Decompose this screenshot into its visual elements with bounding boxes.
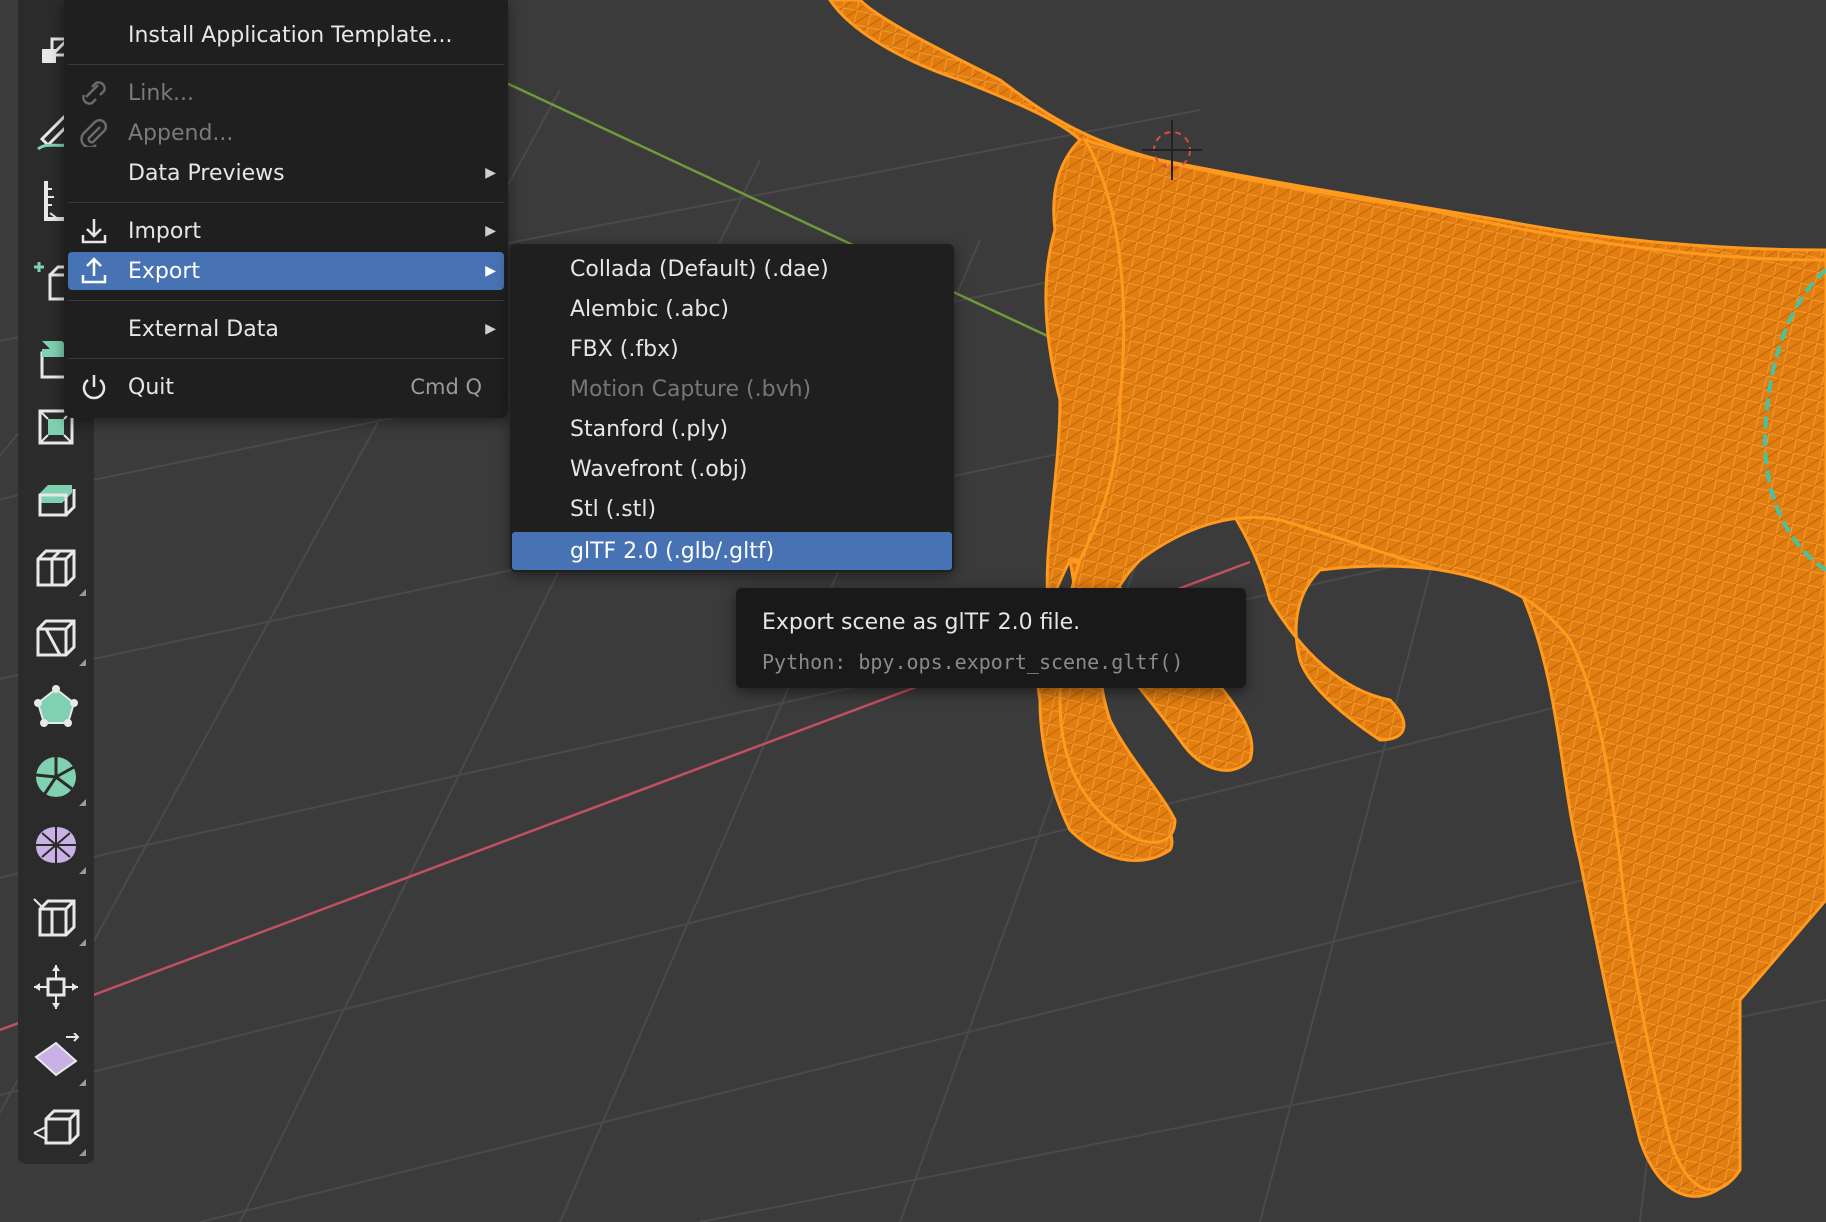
shrink-fatten-icon[interactable] — [24, 956, 88, 1018]
export-stl[interactable]: Stl (.stl) — [512, 490, 952, 528]
menu-separator — [68, 64, 504, 65]
paperclip-icon — [80, 119, 108, 147]
export-gltf[interactable]: glTF 2.0 (.glb/.gltf) — [512, 532, 952, 570]
tooltip-description: Export scene as glTF 2.0 file. — [762, 610, 1081, 635]
export-alembic[interactable]: Alembic (.abc) — [512, 290, 952, 328]
rip-region-icon[interactable] — [24, 1096, 88, 1158]
power-icon — [82, 375, 106, 400]
smooth-icon[interactable] — [24, 814, 88, 876]
tooltip: Export scene as glTF 2.0 file. Python: b… — [736, 588, 1246, 688]
export-wavefront[interactable]: Wavefront (.obj) — [512, 450, 952, 488]
export-fbx[interactable]: FBX (.fbx) — [512, 330, 952, 368]
submenu-arrow-icon: ▶ — [485, 263, 496, 279]
submenu-arrow-icon: ▶ — [485, 165, 496, 181]
menu-item-append[interactable]: Append... — [68, 114, 504, 152]
export-stanford[interactable]: Stanford (.ply) — [512, 410, 952, 448]
menu-item-link[interactable]: Link... — [68, 74, 504, 112]
export-collada[interactable]: Collada (Default) (.dae) — [512, 250, 952, 288]
menu-item-install-app-template[interactable]: Install Application Template... — [68, 16, 504, 54]
menu-item-quit[interactable]: Quit Cmd Q — [68, 368, 504, 406]
poly-build-icon[interactable] — [24, 676, 88, 738]
menu-separator — [68, 202, 504, 203]
spin-icon[interactable] — [24, 746, 88, 808]
menu-separator — [68, 300, 504, 301]
menu-item-export[interactable]: Export ▶ — [68, 252, 504, 290]
submenu-arrow-icon: ▶ — [485, 321, 496, 337]
menu-separator — [68, 358, 504, 359]
tooltip-python-path: Python: bpy.ops.export_scene.gltf() — [762, 650, 1184, 674]
shortcut-label: Cmd Q — [410, 375, 482, 399]
link-icon — [82, 81, 106, 105]
menu-item-data-previews[interactable]: Data Previews ▶ — [68, 154, 504, 192]
import-icon — [81, 219, 107, 244]
export-icon — [81, 257, 107, 284]
menu-item-external-data[interactable]: External Data ▶ — [68, 310, 504, 348]
export-submenu: Collada (Default) (.dae) Alembic (.abc) … — [510, 244, 954, 572]
menu-item-import[interactable]: Import ▶ — [68, 212, 504, 250]
bevel-icon[interactable] — [24, 466, 88, 528]
file-menu: Install Application Template... Link... … — [64, 0, 508, 418]
loop-cut-icon[interactable] — [24, 536, 88, 598]
shear-icon[interactable] — [24, 1026, 88, 1088]
knife-icon[interactable] — [24, 606, 88, 668]
edge-slide-icon[interactable] — [24, 886, 88, 948]
export-motion-capture[interactable]: Motion Capture (.bvh) — [512, 370, 952, 408]
submenu-arrow-icon: ▶ — [485, 223, 496, 239]
